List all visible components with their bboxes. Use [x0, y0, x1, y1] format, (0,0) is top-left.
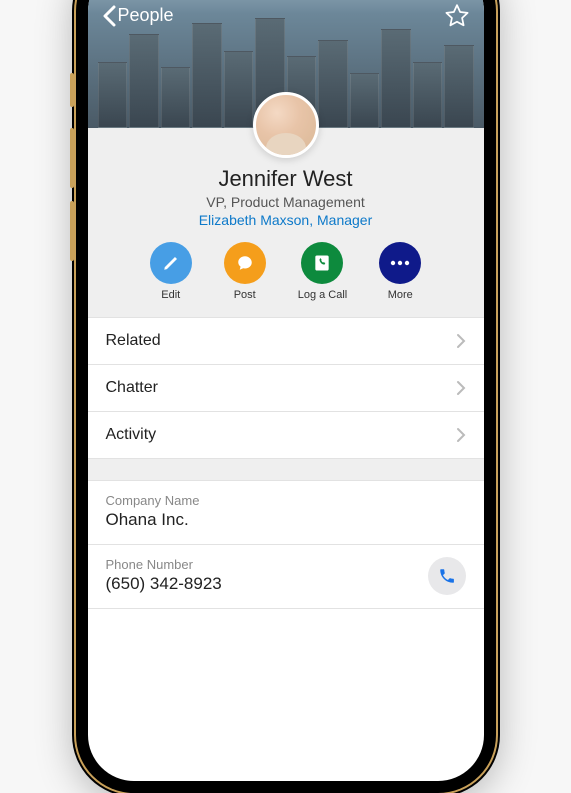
phone-icon	[438, 567, 456, 585]
edit-label: Edit	[161, 289, 180, 301]
profile-title: VP, Product Management	[88, 194, 484, 210]
more-horizontal-icon	[390, 260, 410, 266]
back-button[interactable]: People	[102, 5, 174, 27]
chevron-right-icon	[456, 427, 466, 443]
company-label: Company Name	[106, 493, 466, 508]
profile-header: Jennifer West VP, Product Management Eli…	[88, 128, 484, 317]
section-gap	[88, 459, 484, 481]
phone-value: (650) 342-8923	[106, 574, 466, 594]
post-label: Post	[234, 289, 256, 301]
phone-field[interactable]: Phone Number (650) 342-8923	[88, 545, 484, 609]
phone-label: Phone Number	[106, 557, 466, 572]
call-button[interactable]	[428, 557, 466, 595]
chevron-right-icon	[456, 380, 466, 396]
post-action[interactable]: Post	[224, 242, 266, 301]
chat-bubble-icon	[236, 254, 254, 272]
back-label: People	[118, 5, 174, 26]
star-outline-icon	[444, 3, 470, 29]
log-call-action[interactable]: Log a Call	[298, 242, 348, 301]
chevron-left-icon	[102, 5, 116, 27]
profile-manager[interactable]: Elizabeth Maxson, Manager	[88, 212, 484, 228]
more-action[interactable]: More	[379, 242, 421, 301]
phone-log-icon	[312, 253, 332, 273]
avatar[interactable]	[253, 92, 319, 158]
company-value: Ohana Inc.	[106, 510, 466, 530]
log-call-label: Log a Call	[298, 289, 348, 301]
edit-action[interactable]: Edit	[150, 242, 192, 301]
company-field[interactable]: Company Name Ohana Inc.	[88, 481, 484, 545]
favorite-button[interactable]	[444, 3, 470, 29]
activity-row[interactable]: Activity	[88, 412, 484, 459]
chatter-label: Chatter	[106, 379, 158, 397]
chatter-row[interactable]: Chatter	[88, 365, 484, 412]
chevron-right-icon	[456, 333, 466, 349]
related-label: Related	[106, 332, 161, 350]
pencil-icon	[162, 254, 180, 272]
more-label: More	[388, 289, 413, 301]
related-row[interactable]: Related	[88, 317, 484, 365]
activity-label: Activity	[106, 426, 157, 444]
